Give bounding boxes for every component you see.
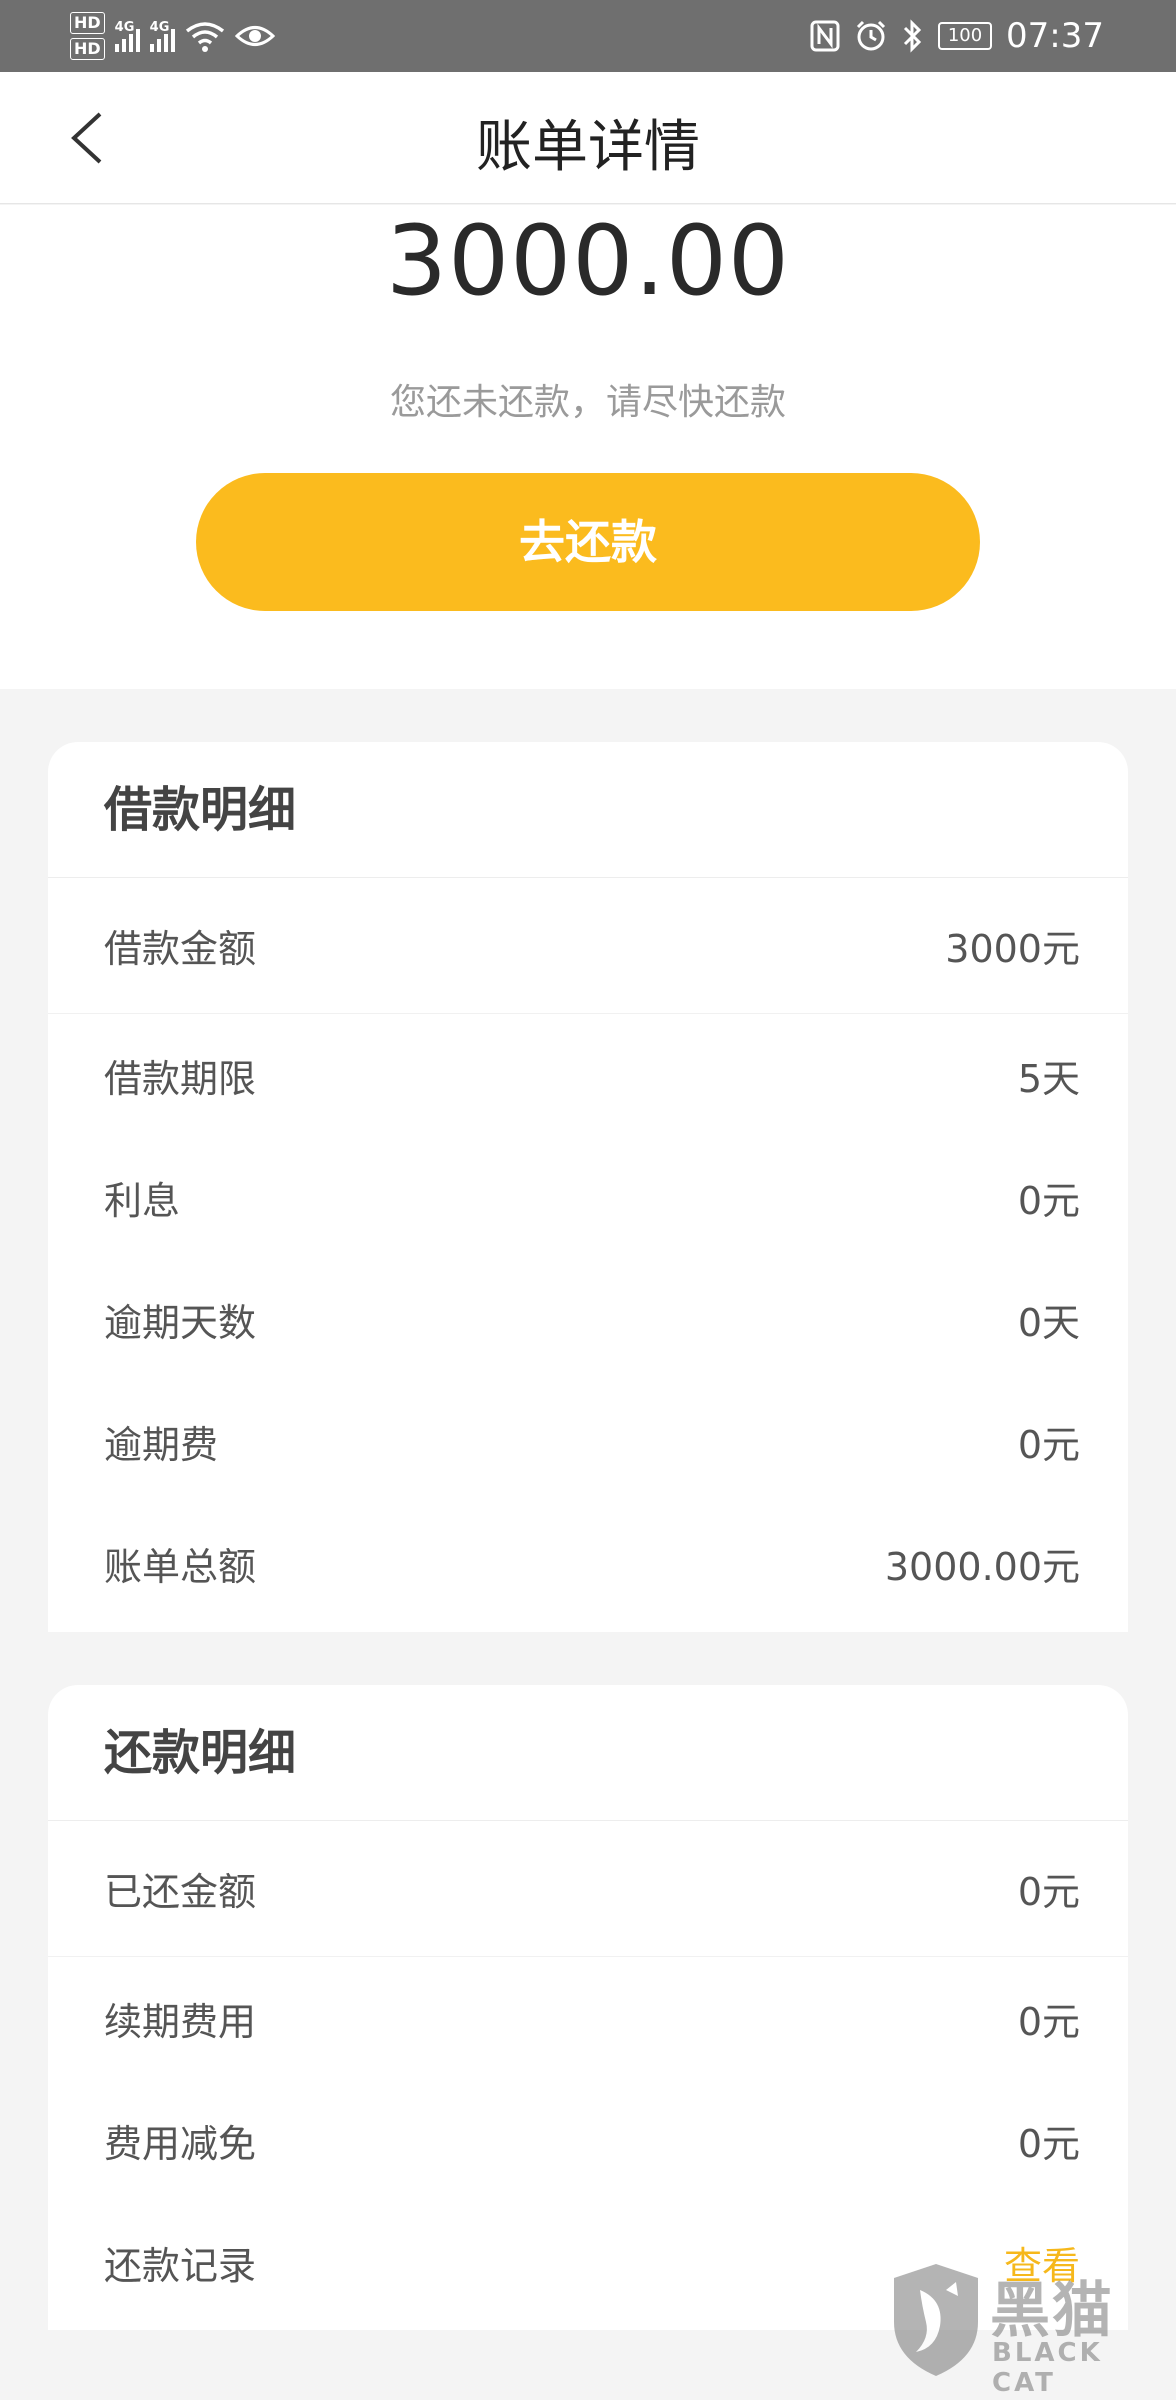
list-item: 费用减免 0元 xyxy=(48,2079,1128,2201)
signal-icon-sim2: 4G xyxy=(149,20,175,52)
row-label: 借款期限 xyxy=(104,1056,257,1101)
repay-details-card: 还款明细 已还金额 0元 续期费用 0元 费用减免 0元 还款记录 查看 xyxy=(48,1685,1128,2330)
row-value: 0元 xyxy=(1017,1999,1080,2044)
repay-details-title: 还款明细 xyxy=(48,1685,1128,1821)
repay-hint: 您还未还款，请尽快还款 xyxy=(389,382,786,423)
alarm-icon xyxy=(856,20,886,51)
hd-badge-2: HD xyxy=(70,38,105,60)
row-value: 5天 xyxy=(1017,1056,1080,1101)
signal-icon-sim1: 4G xyxy=(114,20,140,52)
list-item: 逾期天数 0天 xyxy=(48,1258,1128,1380)
row-label: 逾期费 xyxy=(104,1422,219,1467)
bill-summary: 3000.00 您还未还款，请尽快还款 去还款 xyxy=(0,205,1176,689)
hd-badge-1: HD xyxy=(70,12,105,34)
row-value: 3000元 xyxy=(945,927,1080,971)
row-label: 已还金额 xyxy=(104,1870,257,1914)
repay-button[interactable]: 去还款 xyxy=(196,473,980,611)
row-label: 账单总额 xyxy=(104,1544,257,1589)
eye-icon xyxy=(234,26,275,46)
page-title: 账单详情 xyxy=(476,115,700,180)
list-item: 账单总额 3000.00元 xyxy=(48,1502,1128,1624)
battery-icon: 100 xyxy=(938,22,993,50)
row-value: 0元 xyxy=(1017,2121,1080,2166)
bluetooth-icon xyxy=(903,19,922,53)
loan-details-card: 借款明细 借款金额 3000元 借款期限 5天 利息 0元 逾期天数 0天 逾期… xyxy=(48,742,1128,1632)
status-time: 07:37 xyxy=(1006,16,1104,56)
row-label: 还款记录 xyxy=(104,2243,257,2288)
row-value: 0天 xyxy=(1017,1300,1080,1345)
status-bar-right: 100 07:37 xyxy=(810,0,1104,72)
nfc-icon xyxy=(810,20,840,52)
sim1-network-label: 4G xyxy=(114,20,135,35)
row-value: 0元 xyxy=(1017,1178,1080,1223)
loan-details-title: 借款明细 xyxy=(48,742,1128,878)
row-label: 费用减免 xyxy=(104,2121,257,2166)
row-label: 逾期天数 xyxy=(104,1300,257,1345)
hd-indicators: HD HD xyxy=(70,12,105,60)
cat-shield-icon xyxy=(894,2264,978,2376)
nav-bar: 账单详情 xyxy=(0,72,1176,204)
row-label: 续期费用 xyxy=(104,1999,257,2044)
watermark-subtext: BLACK CAT xyxy=(992,2338,1103,2398)
list-item: 借款期限 5天 xyxy=(48,1014,1128,1136)
row-label: 借款金额 xyxy=(104,927,257,971)
row-value: 3000.00元 xyxy=(884,1544,1080,1589)
status-bar: HD HD 4G 4G 100 07:37 xyxy=(0,0,1176,72)
sim2-network-label: 4G xyxy=(149,20,170,35)
watermark-text: 黑猫 xyxy=(990,2276,1114,2346)
status-bar-left: HD HD 4G 4G xyxy=(70,8,275,64)
list-item: 已还金额 0元 xyxy=(48,1821,1128,1957)
bill-amount: 3000.00 xyxy=(386,205,790,317)
row-value: 0元 xyxy=(1017,1422,1080,1467)
black-cat-watermark: 黑猫 BLACK CAT xyxy=(886,2260,1156,2398)
list-item: 利息 0元 xyxy=(48,1136,1128,1258)
list-item: 逾期费 0元 xyxy=(48,1380,1128,1502)
wifi-icon xyxy=(185,22,224,52)
row-value: 0元 xyxy=(1017,1870,1080,1914)
list-item: 借款金额 3000元 xyxy=(48,878,1128,1014)
row-label: 利息 xyxy=(104,1178,181,1223)
list-item: 续期费用 0元 xyxy=(48,1957,1128,2079)
